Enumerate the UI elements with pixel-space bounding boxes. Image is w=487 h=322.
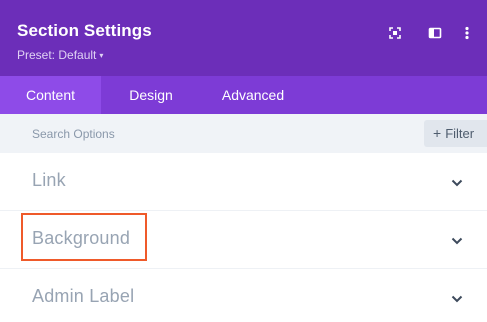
section-admin-label[interactable]: Admin Label [0,269,487,322]
split-view-icon[interactable] [426,24,444,42]
settings-panel: Section Settings Preset: Default ▾ Conte… [0,0,487,322]
chevron-down-icon [451,295,463,303]
filter-label: Filter [445,126,475,141]
tab-content[interactable]: Content [0,76,101,114]
panel-header: Section Settings Preset: Default ▾ [0,0,487,76]
filter-button[interactable]: + Filter [424,120,487,147]
section-label: Link [32,170,66,190]
preset-selector[interactable]: Preset: Default ▾ [17,48,103,62]
section-link[interactable]: Link [0,153,487,211]
panel-title: Section Settings [17,21,152,40]
tab-bar: Content Design Advanced [0,76,487,114]
section-background[interactable]: Background [0,211,487,269]
preset-label: Preset: Default [17,48,97,62]
section-label: Admin Label [32,286,135,306]
caret-down-icon: ▾ [99,51,104,60]
chevron-down-icon [451,179,463,187]
tab-design[interactable]: Design [114,76,188,114]
plus-icon: + [433,125,442,141]
search-input[interactable] [0,114,415,153]
tab-advanced[interactable]: Advanced [206,76,300,114]
expand-icon[interactable] [386,24,404,42]
search-bar: +Filter [0,114,487,153]
chevron-down-icon [451,237,463,245]
more-options-icon[interactable] [458,24,476,42]
section-label: Background [32,228,131,248]
